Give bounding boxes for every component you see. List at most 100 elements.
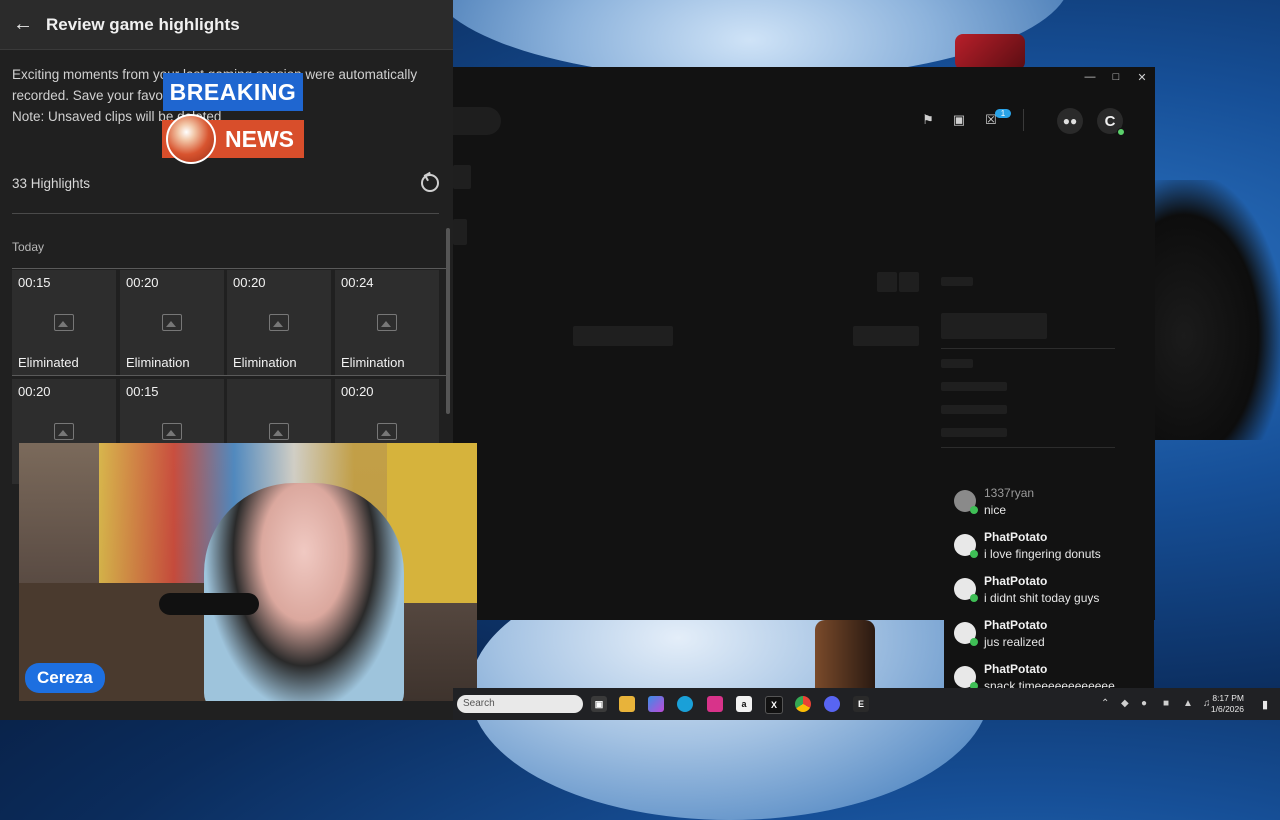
clip-duration: 00:15	[126, 384, 159, 399]
back-arrow-icon[interactable]: ←	[0, 13, 46, 36]
clip-duration: 00:20	[18, 384, 51, 399]
wallpaper-character-legs	[815, 620, 875, 690]
friends-icon: ●●	[1062, 114, 1078, 128]
divider	[12, 375, 446, 376]
clip-duration: 00:20	[126, 275, 159, 290]
loading-placeholder	[453, 219, 467, 245]
volume-icon[interactable]: ♫	[1203, 698, 1211, 709]
chat-message: 1337ryan nice	[954, 486, 1154, 526]
loading-placeholder	[941, 428, 1007, 437]
section-label-today: Today	[12, 240, 45, 254]
breaking-banner: BREAKING	[163, 73, 303, 111]
tray-app-icon[interactable]: ●	[1141, 698, 1147, 709]
clip-thumbnail-icon	[377, 314, 397, 331]
clip-thumbnail-icon	[162, 314, 182, 331]
clip-duration: 00:24	[341, 275, 374, 290]
window-controls: — □ ✕	[1083, 71, 1149, 84]
chat-username: PhatPotato	[984, 618, 1048, 632]
divider	[12, 268, 446, 269]
highlight-clip[interactable]: 00:20 Elimination	[227, 270, 331, 375]
microphone-icon	[159, 593, 259, 615]
chat-username: PhatPotato	[984, 662, 1048, 676]
scrollbar[interactable]	[446, 228, 450, 414]
online-status-icon	[1117, 128, 1125, 136]
clip-type: Elimination	[341, 355, 405, 370]
streamer-name-tag: Cereza	[25, 663, 105, 693]
minimize-icon[interactable]: —	[1083, 71, 1097, 84]
webcam-streamer	[204, 483, 404, 701]
highlight-clip[interactable]: 00:20 Elimination	[120, 270, 224, 375]
chat-message: PhatPotato i didnt shit today guys	[954, 574, 1154, 614]
clip-thumbnail-icon	[269, 423, 289, 440]
friends-button[interactable]: ●●	[1057, 108, 1083, 134]
chevron-up-icon[interactable]: ⌃	[1101, 698, 1109, 709]
clip-thumbnail-icon	[54, 314, 74, 331]
discord-icon[interactable]	[824, 696, 840, 712]
chat-text: jus realized	[984, 635, 1045, 649]
edge-icon[interactable]	[677, 696, 693, 712]
loading-placeholder	[453, 165, 471, 189]
notification-icon[interactable]: ▮	[1262, 698, 1268, 711]
system-clock[interactable]: 8:17 PM 1/6/2026	[1211, 693, 1244, 715]
panel-title: Review game highlights	[46, 14, 240, 34]
tray-app-icon[interactable]: ▲	[1183, 698, 1193, 709]
amazon-icon[interactable]: a	[736, 696, 752, 712]
cart-badge: 1	[995, 109, 1011, 118]
chat-username: PhatPotato	[984, 574, 1048, 588]
loading-placeholder	[573, 326, 673, 346]
clip-type: Eliminated	[18, 355, 79, 370]
taskbar: Search ▣ a X E ⌃ ◆ ● ■ ▲ ♫ 8:17 PM 1/6/2…	[453, 688, 1280, 720]
clip-type: Elimination	[233, 355, 297, 370]
epic-games-icon[interactable]: E	[853, 696, 869, 712]
clock-date: 1/6/2026	[1210, 704, 1244, 714]
chat-avatar-icon	[954, 666, 978, 690]
clip-duration: 00:20	[233, 275, 266, 290]
chat-message: PhatPotato i love fingering donuts	[954, 530, 1154, 570]
loading-placeholder	[899, 272, 919, 292]
toolbar-divider	[1023, 109, 1024, 131]
loading-placeholder	[941, 405, 1007, 414]
wallpaper-detail	[955, 34, 1025, 70]
chat-text: i didnt shit today guys	[984, 591, 1100, 605]
search-bar[interactable]	[453, 107, 501, 135]
divider	[941, 447, 1115, 448]
gift-icon[interactable]: ▣	[951, 112, 967, 128]
divider	[12, 213, 439, 214]
close-icon[interactable]: ✕	[1135, 71, 1149, 84]
clip-duration: 00:20	[341, 384, 374, 399]
highlight-count-row: 33 Highlights	[12, 172, 439, 194]
clock-time: 8:17 PM	[1212, 693, 1244, 703]
panel-header: ← Review game highlights	[0, 0, 453, 50]
file-explorer-icon[interactable]	[619, 696, 635, 712]
copilot-icon[interactable]	[648, 696, 664, 712]
bookmark-icon[interactable]: ⚑	[920, 112, 936, 128]
loading-placeholder	[853, 326, 919, 346]
clip-type: Elimination	[126, 355, 190, 370]
clip-thumbnail-icon	[377, 423, 397, 440]
task-view-icon[interactable]: ▣	[591, 696, 607, 712]
highlight-clip[interactable]: 00:24 Elimination	[335, 270, 439, 375]
highlight-count: 33 Highlights	[12, 175, 91, 191]
clip-duration: 00:15	[18, 275, 51, 290]
loading-placeholder	[941, 313, 1047, 339]
chat-avatar-icon	[954, 622, 978, 646]
chat-avatar-icon	[954, 534, 978, 558]
x-icon[interactable]: X	[765, 696, 783, 714]
chat-avatar-icon	[954, 578, 978, 602]
instagram-icon[interactable]	[707, 696, 723, 712]
chrome-icon[interactable]	[795, 696, 811, 712]
loading-placeholder	[877, 272, 897, 292]
clip-thumbnail-icon	[54, 423, 74, 440]
refresh-icon[interactable]	[421, 174, 439, 192]
tray-app-icon[interactable]: ■	[1163, 698, 1169, 709]
divider	[941, 348, 1115, 349]
loading-placeholder	[941, 277, 973, 286]
chat-text: i love fingering donuts	[984, 547, 1101, 561]
chat-message: PhatPotato jus realized	[954, 618, 1154, 658]
chat-avatar-icon	[954, 490, 978, 514]
loading-placeholder	[941, 382, 1007, 391]
tray-app-icon[interactable]: ◆	[1121, 698, 1129, 709]
maximize-icon[interactable]: □	[1109, 71, 1123, 84]
highlight-clip[interactable]: 00:15 Eliminated	[12, 270, 116, 375]
taskbar-search-input[interactable]: Search	[457, 695, 583, 713]
